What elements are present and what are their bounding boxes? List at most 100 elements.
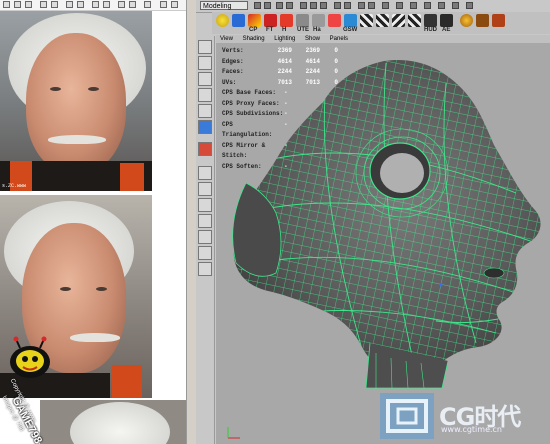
status-line-icon[interactable] bbox=[410, 2, 417, 9]
hud-value: 7013 bbox=[305, 78, 320, 86]
shelf-label: CP bbox=[249, 27, 258, 33]
hud-label: UVs: bbox=[222, 78, 237, 86]
toolbar-button-icon[interactable] bbox=[51, 1, 58, 8]
shelf-tool-icon[interactable] bbox=[492, 14, 505, 27]
status-line-icon[interactable] bbox=[396, 2, 403, 9]
layout-four-icon[interactable] bbox=[198, 182, 212, 196]
status-line-icon[interactable] bbox=[320, 2, 327, 9]
shelf-render-icon[interactable] bbox=[460, 14, 473, 27]
mode-dropdown[interactable]: Modeling bbox=[200, 1, 248, 10]
layout-outliner-icon[interactable] bbox=[198, 230, 212, 244]
game798-logo-icon bbox=[10, 336, 50, 378]
layout-single-icon[interactable] bbox=[198, 166, 212, 180]
reference-photo-front: s.ZC.www bbox=[0, 11, 152, 191]
photo-caption: s.ZC.www bbox=[2, 183, 27, 189]
hud-cps-value: - bbox=[284, 110, 288, 117]
shelf-label: UTE bbox=[297, 27, 309, 33]
toolbar-button-icon[interactable] bbox=[77, 1, 84, 8]
toolbar-button-icon[interactable] bbox=[92, 1, 99, 8]
status-line-icon[interactable] bbox=[344, 2, 351, 9]
menu-panels[interactable]: Panels bbox=[330, 36, 348, 42]
shelf-ute-icon[interactable] bbox=[296, 14, 309, 27]
3d-viewport[interactable]: Verts: 2369 2369 0 Edges: 4614 4614 0 Faces: 22… bbox=[216, 43, 550, 444]
toolbar-button-icon[interactable] bbox=[129, 1, 136, 8]
shelf-label: GSW bbox=[343, 27, 358, 33]
toolbar-button-icon[interactable] bbox=[3, 1, 10, 8]
layout-two-icon[interactable] bbox=[198, 214, 212, 228]
maya-window: Modeling CP FT H UTE Ha GSW HUD AE View … bbox=[196, 0, 550, 444]
hud-value: 2244 bbox=[277, 68, 292, 75]
hud-value: 2244 bbox=[305, 68, 320, 75]
reference-photo-profile bbox=[40, 400, 186, 444]
hud-cps-label: CPS Soften: bbox=[222, 162, 262, 170]
scale-tool-icon[interactable] bbox=[198, 104, 212, 118]
shelf-gsw-icon[interactable] bbox=[344, 14, 357, 27]
shelf-checker-icon[interactable] bbox=[360, 14, 373, 27]
manipulator-tool-icon[interactable] bbox=[198, 120, 212, 134]
hud-value: 7013 bbox=[277, 78, 292, 86]
shelf-ft-icon[interactable] bbox=[264, 14, 277, 27]
shelf-checker-icon[interactable] bbox=[408, 14, 421, 27]
hud-label: Edges: bbox=[222, 57, 244, 65]
toolbar-button-icon[interactable] bbox=[40, 1, 47, 8]
toolbar-button-icon[interactable] bbox=[118, 1, 125, 8]
status-line-icon[interactable] bbox=[286, 2, 293, 9]
shelf-sphere-icon[interactable] bbox=[216, 14, 229, 27]
menu-show[interactable]: Show bbox=[305, 36, 320, 42]
rotate-tool-icon[interactable] bbox=[198, 88, 212, 102]
toolbar-button-icon[interactable] bbox=[144, 1, 151, 8]
status-line-icon[interactable] bbox=[264, 2, 271, 9]
shelf-gear-icon[interactable] bbox=[328, 14, 341, 27]
status-line-icon[interactable] bbox=[310, 2, 317, 9]
toolbar-button-icon[interactable] bbox=[25, 1, 32, 8]
shelf-h-icon[interactable] bbox=[280, 14, 293, 27]
hud-value: 0 bbox=[334, 47, 338, 54]
status-line-icon[interactable] bbox=[438, 2, 445, 9]
status-line-icon[interactable] bbox=[276, 2, 283, 9]
hud-cps-label: CPS Proxy Faces: bbox=[222, 99, 280, 107]
status-line-icon[interactable] bbox=[466, 2, 473, 9]
shelf-checker-icon[interactable] bbox=[376, 14, 389, 27]
status-line-icon[interactable] bbox=[452, 2, 459, 9]
watermark-url: www.cgtime.cn bbox=[441, 425, 502, 434]
hud-cps-value: - bbox=[284, 99, 288, 107]
menu-lighting[interactable]: Lighting bbox=[274, 36, 295, 42]
menu-view[interactable]: View bbox=[220, 36, 233, 42]
shelf-paint-icon[interactable] bbox=[476, 14, 489, 27]
hud-label: Verts: bbox=[222, 47, 244, 54]
shelf-checker-icon[interactable] bbox=[392, 14, 405, 27]
last-tool-icon[interactable] bbox=[198, 142, 212, 156]
toolbar-button-icon[interactable] bbox=[66, 1, 73, 8]
layout-graph-icon[interactable] bbox=[198, 246, 212, 260]
toolbar-button-icon[interactable] bbox=[160, 1, 167, 8]
toolbox bbox=[196, 36, 215, 444]
shelf-hud-icon[interactable] bbox=[424, 14, 437, 27]
status-line-icon[interactable] bbox=[254, 2, 261, 9]
toolbar-button-icon[interactable] bbox=[14, 1, 21, 8]
move-tool-icon[interactable] bbox=[198, 72, 212, 86]
toolbar-button-icon[interactable] bbox=[171, 1, 178, 8]
hud-label: Faces: bbox=[222, 68, 244, 75]
shelf-cp-icon[interactable] bbox=[248, 14, 261, 27]
status-line-icon[interactable] bbox=[424, 2, 431, 9]
hud-value: 0 bbox=[334, 78, 338, 86]
status-line-icon[interactable] bbox=[368, 2, 375, 9]
shelf-ae-icon[interactable] bbox=[440, 14, 453, 27]
lasso-tool-icon[interactable] bbox=[198, 56, 212, 70]
status-line-icon[interactable] bbox=[334, 2, 341, 9]
menu-shading[interactable]: Shading bbox=[243, 36, 265, 42]
shelf-label: AE bbox=[442, 27, 451, 33]
layout-hypershade-icon[interactable] bbox=[198, 262, 212, 276]
status-line-icon[interactable] bbox=[300, 2, 307, 9]
status-line-icon[interactable] bbox=[382, 2, 389, 9]
select-tool-icon[interactable] bbox=[198, 40, 212, 54]
toolbar-button-icon[interactable] bbox=[103, 1, 110, 8]
hud-cps-value: - bbox=[284, 141, 288, 149]
shelf-ha-icon[interactable] bbox=[312, 14, 325, 27]
layout-two-icon[interactable] bbox=[198, 198, 212, 212]
shelf-label: H bbox=[282, 27, 288, 33]
shelf-cube-icon[interactable] bbox=[232, 14, 245, 27]
shelf-label: Ha bbox=[313, 27, 323, 33]
status-line-icon[interactable] bbox=[358, 2, 365, 9]
reference-photo-panel: s.ZC.www GAME798 Copyright @ www. Images… bbox=[0, 0, 186, 444]
